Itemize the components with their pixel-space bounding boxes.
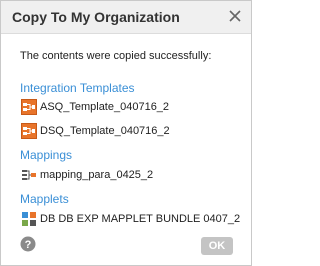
dialog-titlebar: Copy To My Organization: [1, 1, 251, 34]
section-heading-mappings: Mappings: [20, 148, 73, 162]
integration-template-icon: [21, 99, 37, 115]
ok-button[interactable]: OK: [201, 237, 233, 255]
svg-text:?: ?: [25, 239, 32, 251]
list-item[interactable]: mapping_para_0425_2: [21, 167, 153, 183]
help-icon[interactable]: ?: [20, 236, 36, 252]
item-label: DSQ_Template_040716_2: [40, 125, 170, 137]
list-item[interactable]: DSQ_Template_040716_2: [21, 123, 170, 139]
list-item[interactable]: DB DB EXP MAPPLET BUNDLE 0407_2: [21, 211, 240, 227]
mapping-icon: [21, 167, 37, 183]
success-message: The contents were copied successfully:: [20, 50, 212, 62]
mapplet-icon: [21, 211, 37, 227]
section-heading-mapplets: Mapplets: [20, 192, 69, 206]
item-label: ASQ_Template_040716_2: [40, 101, 170, 113]
section-heading-integration-templates: Integration Templates: [20, 81, 135, 95]
copy-dialog: Copy To My Organization The contents wer…: [0, 0, 252, 266]
item-label: DB DB EXP MAPPLET BUNDLE 0407_2: [40, 213, 241, 225]
item-label: mapping_para_0425_2: [40, 169, 154, 181]
integration-template-icon: [21, 123, 37, 139]
dialog-title: Copy To My Organization: [12, 9, 180, 25]
close-icon[interactable]: [227, 8, 243, 24]
list-item[interactable]: ASQ_Template_040716_2: [21, 99, 169, 115]
